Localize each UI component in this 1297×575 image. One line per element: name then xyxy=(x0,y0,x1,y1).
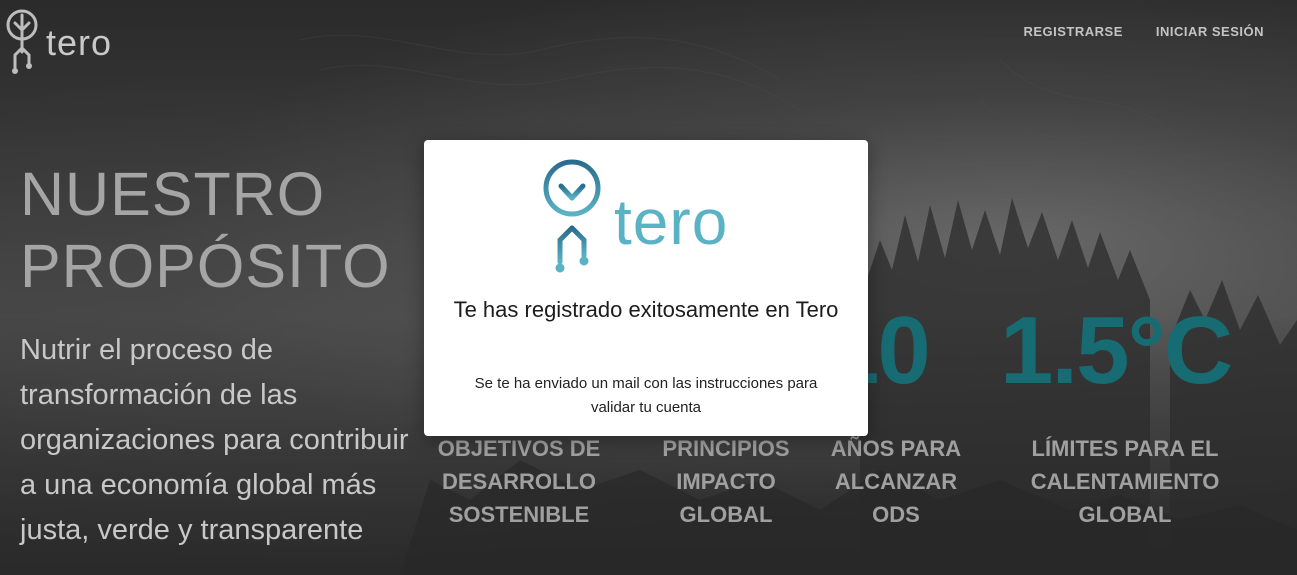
stat-label-line: ODS xyxy=(872,502,920,527)
modal-brand-name: tero xyxy=(614,186,729,258)
stat-label-line: DESARROLLO xyxy=(442,469,596,494)
stat-label-line: LÍMITES PARA EL xyxy=(1031,436,1219,461)
stat-label-temperature: LÍMITES PARA EL CALENTAMIENTO GLOBAL xyxy=(1010,432,1240,531)
tree-logo-icon xyxy=(6,9,38,74)
success-modal[interactable]: tero Te has registrado exitosamente en T… xyxy=(424,140,868,436)
hero-description: Nutrir el proceso de transformación de l… xyxy=(20,334,409,546)
modal-message: Se te ha enviado un mail con las instruc… xyxy=(474,375,818,416)
stat-label-line: SOSTENIBLE xyxy=(448,502,590,527)
stat-label-line: PRINCIPIOS xyxy=(662,436,790,461)
stat-label-line: GLOBAL xyxy=(1078,502,1172,527)
header-logo[interactable]: tero xyxy=(6,8,112,78)
stat-label-line: CALENTAMIENTO xyxy=(1030,469,1220,494)
login-link[interactable]: INICIAR SESIÓN xyxy=(1156,24,1264,39)
top-nav: REGISTRARSE INICIAR SESIÓN xyxy=(1023,24,1264,39)
stat-label-principles: PRINCIPIOS IMPACTO GLOBAL xyxy=(646,432,806,531)
tree-logo-icon xyxy=(543,159,601,273)
hero-title: NUESTRO PROPÓSITO xyxy=(20,158,391,302)
stat-label-ods: OBJETIVOS DE DESARROLLO SOSTENIBLE xyxy=(418,432,620,531)
modal-title: Te has registrado exitosamente en Tero xyxy=(453,297,839,322)
brand-name: tero xyxy=(46,22,113,63)
stat-label-years: AÑOS PARA ALCANZAR ODS xyxy=(816,432,976,531)
stat-label-line: OBJETIVOS DE xyxy=(437,436,601,461)
stat-label-line: IMPACTO xyxy=(676,469,776,494)
stat-label-line: GLOBAL xyxy=(679,502,773,527)
modal-logo: tero xyxy=(540,158,728,278)
hero-title-line2: PROPÓSITO xyxy=(20,232,391,300)
stat-label-line: AÑOS PARA xyxy=(830,436,962,461)
stat-temperature-value: 1.5°C xyxy=(1000,297,1233,404)
register-link[interactable]: REGISTRARSE xyxy=(1023,24,1122,39)
hero-title-line1: NUESTRO xyxy=(20,160,326,228)
stat-label-line: ALCANZAR xyxy=(834,469,958,494)
